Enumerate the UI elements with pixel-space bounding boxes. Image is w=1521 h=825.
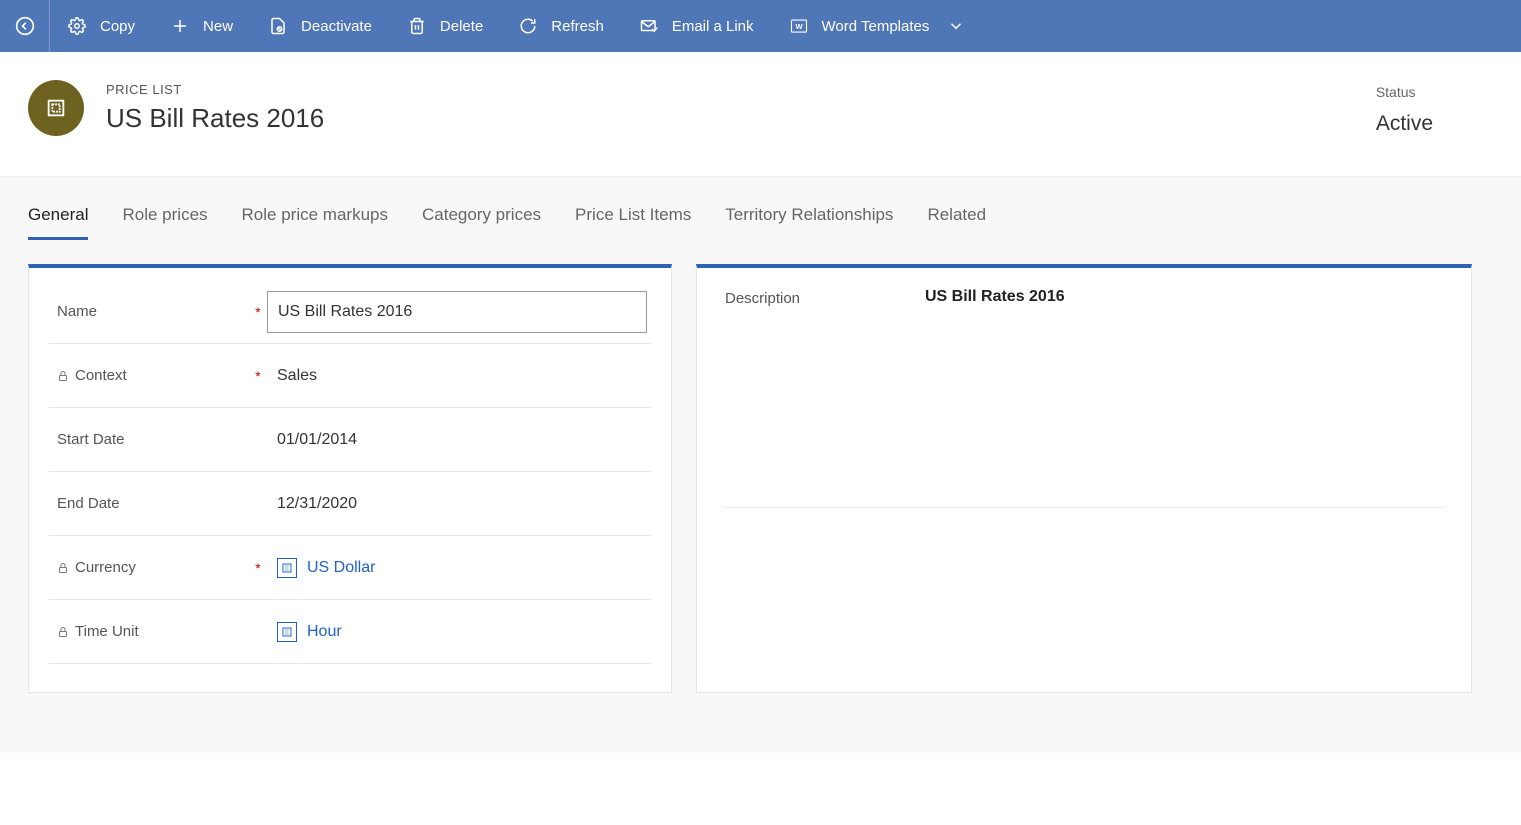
end-date-value[interactable]: 12/31/2020: [267, 495, 357, 513]
lock-icon: [57, 626, 69, 638]
email-icon: [640, 17, 658, 35]
panel-general-fields: Name * Context * Sales Start Date 01/01: [28, 264, 672, 693]
back-button[interactable]: [0, 0, 50, 52]
entity-icon: [28, 80, 84, 136]
context-label: Context: [75, 367, 127, 384]
refresh-label: Refresh: [551, 18, 604, 35]
start-date-label: Start Date: [57, 431, 125, 448]
status-label: Status: [1376, 84, 1433, 100]
deactivate-button[interactable]: Deactivate: [251, 0, 390, 52]
name-label: Name: [57, 303, 97, 320]
delete-button[interactable]: Delete: [390, 0, 501, 52]
lock-icon: [57, 562, 69, 574]
lookup-icon: [277, 622, 297, 642]
new-label: New: [203, 18, 233, 35]
copy-button[interactable]: Copy: [50, 0, 153, 52]
delete-label: Delete: [440, 18, 483, 35]
header-left: PRICE LIST US Bill Rates 2016: [28, 80, 324, 136]
required-indicator: *: [249, 368, 267, 384]
description-value[interactable]: US Bill Rates 2016: [925, 288, 1065, 307]
start-date-value[interactable]: 01/01/2014: [267, 431, 357, 449]
pricelist-icon: [45, 97, 67, 119]
currency-label: Currency: [75, 559, 136, 576]
status-block: Status Active: [1376, 80, 1493, 136]
word-templates-label: Word Templates: [822, 18, 930, 35]
currency-link[interactable]: US Dollar: [267, 558, 375, 578]
tabs: General Role prices Role price markups C…: [28, 205, 1493, 240]
field-row-time-unit: Time Unit Hour: [49, 600, 651, 664]
record-header: PRICE LIST US Bill Rates 2016 Status Act…: [0, 52, 1521, 176]
field-row-name: Name *: [49, 280, 651, 344]
time-unit-value: Hour: [307, 623, 342, 641]
header-titles: PRICE LIST US Bill Rates 2016: [106, 82, 324, 134]
back-icon: [15, 16, 35, 36]
gear-icon: [68, 17, 86, 35]
svg-text:W: W: [795, 22, 803, 31]
email-link-button[interactable]: Email a Link: [622, 0, 772, 52]
tab-territory-relationships[interactable]: Territory Relationships: [725, 205, 893, 240]
field-row-end-date: End Date 12/31/2020: [49, 472, 651, 536]
tab-category-prices[interactable]: Category prices: [422, 205, 541, 240]
chevron-down-icon: [947, 17, 965, 35]
panel-description: Description US Bill Rates 2016: [696, 264, 1472, 693]
description-divider: [725, 507, 1443, 508]
refresh-button[interactable]: Refresh: [501, 0, 622, 52]
description-label: Description: [725, 288, 925, 307]
deactivate-icon: [269, 17, 287, 35]
tabs-area: General Role prices Role price markups C…: [0, 176, 1521, 240]
end-date-label: End Date: [57, 495, 120, 512]
trash-icon: [408, 17, 426, 35]
context-value: Sales: [267, 367, 317, 385]
field-row-start-date: Start Date 01/01/2014: [49, 408, 651, 472]
currency-value: US Dollar: [307, 559, 375, 577]
required-indicator: *: [249, 304, 267, 320]
lock-icon: [57, 370, 69, 382]
entity-type-label: PRICE LIST: [106, 82, 324, 97]
name-input[interactable]: [267, 291, 647, 333]
email-link-label: Email a Link: [672, 18, 754, 35]
status-value: Active: [1376, 112, 1433, 136]
field-row-currency: Currency * US Dollar: [49, 536, 651, 600]
new-button[interactable]: New: [153, 0, 251, 52]
form-panels: Name * Context * Sales Start Date 01/01: [0, 240, 1521, 753]
field-row-context: Context * Sales: [49, 344, 651, 408]
record-name: US Bill Rates 2016: [106, 103, 324, 134]
tab-related[interactable]: Related: [927, 205, 986, 240]
time-unit-link[interactable]: Hour: [267, 622, 342, 642]
word-icon: W: [790, 17, 808, 35]
plus-icon: [171, 17, 189, 35]
lookup-icon: [277, 558, 297, 578]
time-unit-label: Time Unit: [75, 623, 139, 640]
tab-role-prices[interactable]: Role prices: [122, 205, 207, 240]
tab-general[interactable]: General: [28, 205, 88, 240]
required-indicator: *: [249, 560, 267, 576]
refresh-icon: [519, 17, 537, 35]
command-bar: Copy New Deactivate Delete Refresh Email…: [0, 0, 1521, 52]
tab-price-list-items[interactable]: Price List Items: [575, 205, 691, 240]
copy-label: Copy: [100, 18, 135, 35]
description-row: Description US Bill Rates 2016: [725, 288, 1443, 307]
word-templates-button[interactable]: W Word Templates: [772, 0, 984, 52]
tab-role-price-markups[interactable]: Role price markups: [242, 205, 388, 240]
deactivate-label: Deactivate: [301, 18, 372, 35]
